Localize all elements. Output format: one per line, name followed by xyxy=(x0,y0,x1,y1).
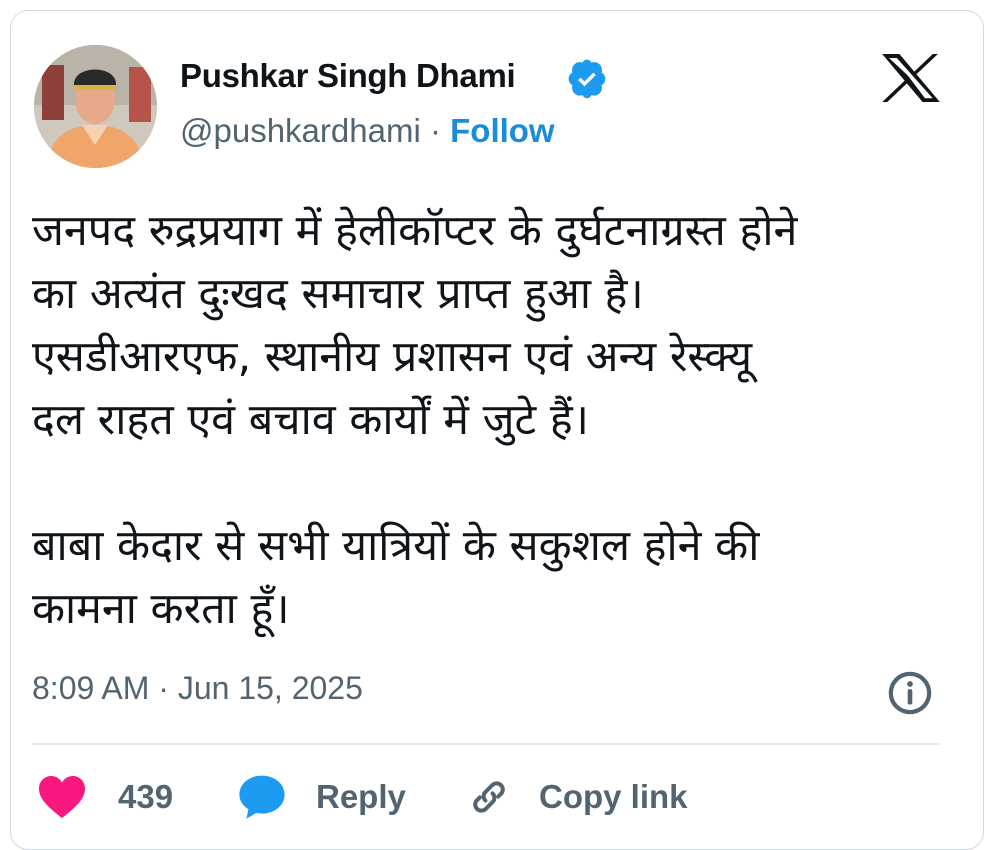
verified-badge-icon xyxy=(568,59,606,99)
reply-button[interactable]: Reply xyxy=(238,770,406,824)
tweet-timestamp[interactable]: 8:09 AM · Jun 15, 2025 xyxy=(32,670,363,707)
separator-dot: · xyxy=(429,112,441,149)
like-button[interactable]: 439 xyxy=(38,770,173,824)
copy-link-button[interactable]: Copy link xyxy=(465,770,688,824)
x-logo-icon[interactable] xyxy=(882,54,940,102)
copy-link-label: Copy link xyxy=(539,778,688,815)
speech-bubble-icon xyxy=(239,775,285,819)
tweet-text: जनपद रुद्रप्रयाग में हेलीकॉप्टर के दुर्घ… xyxy=(32,206,798,634)
link-icon xyxy=(473,781,505,813)
avatar-image xyxy=(34,45,157,168)
avatar[interactable] xyxy=(34,45,157,168)
author-handle[interactable]: @pushkardhami xyxy=(180,112,421,149)
divider xyxy=(32,743,940,745)
like-count: 439 xyxy=(118,778,174,815)
reply-label: Reply xyxy=(316,778,406,815)
heart-icon xyxy=(39,776,85,818)
author-name[interactable]: Pushkar Singh Dhami xyxy=(180,57,516,95)
author-handle-row: @pushkardhami · Follow xyxy=(180,112,555,150)
follow-button[interactable]: Follow xyxy=(450,112,554,149)
info-icon[interactable] xyxy=(887,670,933,716)
